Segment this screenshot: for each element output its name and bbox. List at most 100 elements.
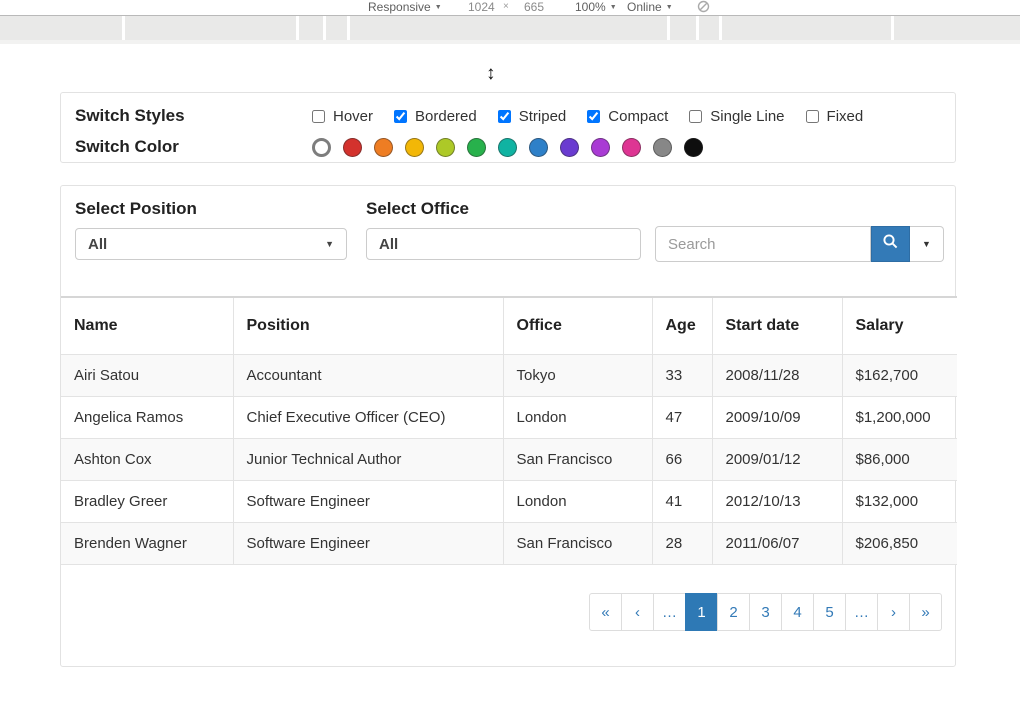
chevron-down-icon: ▼ bbox=[922, 240, 931, 249]
table-header-row: Name Position Office Age Start date Sala… bbox=[61, 297, 957, 355]
table-row[interactable]: Bradley Greer Software Engineer London 4… bbox=[61, 481, 957, 523]
switch-styles-label: Switch Styles bbox=[75, 106, 312, 126]
style-option-compact[interactable]: Compact bbox=[587, 108, 668, 125]
color-swatch-blue[interactable] bbox=[529, 138, 548, 157]
office-select[interactable]: All bbox=[366, 228, 641, 260]
cell-position: Junior Technical Author bbox=[233, 439, 503, 481]
browser-tab-strip bbox=[0, 15, 1020, 40]
employees-table: Name Position Office Age Start date Sala… bbox=[61, 296, 957, 565]
bordered-checkbox[interactable] bbox=[394, 110, 407, 123]
viewport-width-field[interactable]: 1024 bbox=[468, 0, 495, 14]
hover-checkbox[interactable] bbox=[312, 110, 325, 123]
tab-separator bbox=[891, 16, 894, 40]
office-select-value: All bbox=[379, 236, 398, 253]
color-swatch-orange[interactable] bbox=[374, 138, 393, 157]
color-swatch-green[interactable] bbox=[467, 138, 486, 157]
search-options-button[interactable]: ▼ bbox=[910, 226, 944, 262]
single-line-checkbox[interactable] bbox=[689, 110, 702, 123]
chevron-down-icon: ▼ bbox=[610, 4, 617, 11]
page-prev-button[interactable]: ‹ bbox=[621, 593, 654, 631]
fixed-checkbox[interactable] bbox=[806, 110, 819, 123]
column-header-age[interactable]: Age bbox=[652, 297, 712, 355]
tab-separator bbox=[696, 16, 699, 40]
page-next-button[interactable]: › bbox=[877, 593, 910, 631]
color-swatch-violet[interactable] bbox=[560, 138, 579, 157]
page-3-button[interactable]: 3 bbox=[749, 593, 782, 631]
style-option-striped[interactable]: Striped bbox=[498, 108, 567, 125]
device-type-dropdown[interactable]: Responsive ▼ bbox=[368, 0, 442, 14]
table-row[interactable]: Angelica Ramos Chief Executive Officer (… bbox=[61, 397, 957, 439]
cell-age: 28 bbox=[652, 523, 712, 565]
color-swatch-red[interactable] bbox=[343, 138, 362, 157]
tab-separator bbox=[667, 16, 670, 40]
switch-panel: Switch Styles Hover Bordered Striped Com… bbox=[60, 92, 956, 163]
page-ellipsis-right[interactable]: … bbox=[845, 593, 878, 631]
table-footer: « ‹ … 1 2 3 4 5 … › » bbox=[61, 565, 955, 664]
bordered-label: Bordered bbox=[415, 108, 477, 125]
column-header-start-date[interactable]: Start date bbox=[712, 297, 842, 355]
cell-position: Software Engineer bbox=[233, 481, 503, 523]
table-row[interactable]: Airi Satou Accountant Tokyo 33 2008/11/2… bbox=[61, 355, 957, 397]
page-4-button[interactable]: 4 bbox=[781, 593, 814, 631]
table-row[interactable]: Brenden Wagner Software Engineer San Fra… bbox=[61, 523, 957, 565]
cell-position: Accountant bbox=[233, 355, 503, 397]
page-1-button[interactable]: 1 bbox=[685, 593, 718, 631]
switch-color-row: Switch Color bbox=[75, 135, 941, 159]
cell-office: San Francisco bbox=[503, 439, 652, 481]
cell-name: Bradley Greer bbox=[61, 481, 233, 523]
column-header-office[interactable]: Office bbox=[503, 297, 652, 355]
cell-salary: $162,700 bbox=[842, 355, 957, 397]
style-option-hover[interactable]: Hover bbox=[312, 108, 373, 125]
cell-salary: $206,850 bbox=[842, 523, 957, 565]
viewport-height-field[interactable]: 665 bbox=[524, 0, 544, 14]
cell-name: Airi Satou bbox=[61, 355, 233, 397]
color-swatch-yellow-green[interactable] bbox=[436, 138, 455, 157]
cell-name: Ashton Cox bbox=[61, 439, 233, 481]
zoom-dropdown[interactable]: 100% ▼ bbox=[575, 0, 617, 14]
page-first-button[interactable]: « bbox=[589, 593, 622, 631]
page-2-button[interactable]: 2 bbox=[717, 593, 750, 631]
page-last-button[interactable]: » bbox=[909, 593, 942, 631]
cell-name: Brenden Wagner bbox=[61, 523, 233, 565]
style-option-fixed[interactable]: Fixed bbox=[806, 108, 864, 125]
page-ellipsis-left[interactable]: … bbox=[653, 593, 686, 631]
network-throttle-dropdown[interactable]: Online ▼ bbox=[627, 0, 673, 14]
search-button[interactable] bbox=[871, 226, 910, 262]
search-icon bbox=[882, 233, 899, 255]
cell-start-date: 2011/06/07 bbox=[712, 523, 842, 565]
table-row[interactable]: Ashton Cox Junior Technical Author San F… bbox=[61, 439, 957, 481]
color-swatch-white[interactable] bbox=[312, 138, 331, 157]
column-header-name[interactable]: Name bbox=[61, 297, 233, 355]
color-swatch-teal[interactable] bbox=[498, 138, 517, 157]
column-header-salary[interactable]: Salary bbox=[842, 297, 957, 355]
search-group: ▼ bbox=[655, 226, 944, 262]
column-header-position[interactable]: Position bbox=[233, 297, 503, 355]
cell-salary: $86,000 bbox=[842, 439, 957, 481]
page-5-button[interactable]: 5 bbox=[813, 593, 846, 631]
search-input[interactable] bbox=[655, 226, 871, 262]
table-panel: Select Position Select Office All ▼ All bbox=[60, 185, 956, 667]
position-select[interactable]: All ▼ bbox=[75, 228, 347, 260]
single-line-label: Single Line bbox=[710, 108, 784, 125]
striped-label: Striped bbox=[519, 108, 567, 125]
no-throttling-icon[interactable] bbox=[697, 0, 710, 16]
tab-separator bbox=[719, 16, 722, 40]
cell-age: 33 bbox=[652, 355, 712, 397]
compact-checkbox[interactable] bbox=[587, 110, 600, 123]
color-swatch-gray[interactable] bbox=[653, 138, 672, 157]
cell-name: Angelica Ramos bbox=[61, 397, 233, 439]
color-swatch-pink[interactable] bbox=[622, 138, 641, 157]
cell-age: 47 bbox=[652, 397, 712, 439]
ns-resize-cursor-icon: ↕ bbox=[486, 64, 496, 83]
cell-start-date: 2012/10/13 bbox=[712, 481, 842, 523]
cell-start-date: 2009/01/12 bbox=[712, 439, 842, 481]
striped-checkbox[interactable] bbox=[498, 110, 511, 123]
color-swatch-black[interactable] bbox=[684, 138, 703, 157]
switch-color-label: Switch Color bbox=[75, 137, 312, 157]
color-swatch-purple[interactable] bbox=[591, 138, 610, 157]
tab-separator bbox=[122, 16, 125, 40]
style-option-bordered[interactable]: Bordered bbox=[394, 108, 477, 125]
color-swatch-amber[interactable] bbox=[405, 138, 424, 157]
chevron-down-icon: ▼ bbox=[666, 4, 673, 11]
style-option-single-line[interactable]: Single Line bbox=[689, 108, 784, 125]
